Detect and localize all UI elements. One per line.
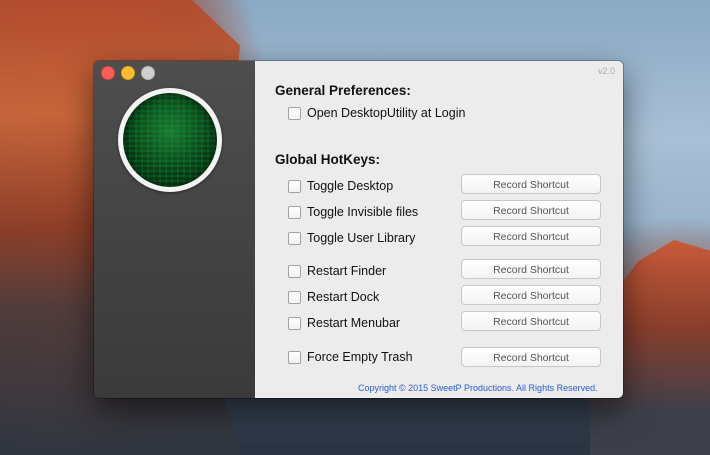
version-label: v2.0 xyxy=(597,66,615,76)
hotkey-row-toggle-desktop[interactable]: Toggle Desktop xyxy=(288,178,393,194)
minimize-window-button[interactable] xyxy=(121,66,135,80)
open-at-login-checkbox[interactable] xyxy=(288,106,301,120)
restart-dock-label: Restart Dock xyxy=(307,290,380,304)
global-hotkeys-heading: Global HotKeys: xyxy=(275,152,381,167)
restart-menubar-record-shortcut-button[interactable]: Record Shortcut xyxy=(461,311,601,331)
toggle-desktop-checkbox[interactable] xyxy=(288,179,301,193)
general-preferences-heading: General Preferences: xyxy=(275,83,411,98)
preferences-content: v2.0 General Preferences: Open DesktopUt… xyxy=(255,61,623,398)
toggle-desktop-label: Toggle Desktop xyxy=(307,179,394,193)
toggle-invisible-files-checkbox[interactable] xyxy=(288,205,301,219)
app-icon-screen xyxy=(123,93,217,187)
restart-menubar-label: Restart Menubar xyxy=(307,316,401,330)
hotkey-row-restart-finder[interactable]: Restart Finder xyxy=(288,263,386,279)
hotkey-row-force-empty-trash[interactable]: Force Empty Trash xyxy=(288,349,413,365)
restart-finder-label: Restart Finder xyxy=(307,264,387,278)
force-empty-trash-checkbox[interactable] xyxy=(288,350,301,364)
hotkey-row-toggle-invisible-files[interactable]: Toggle Invisible files xyxy=(288,204,418,220)
toggle-invisible-files-record-shortcut-button[interactable]: Record Shortcut xyxy=(461,200,601,220)
hotkey-row-restart-menubar[interactable]: Restart Menubar xyxy=(288,315,400,331)
app-icon xyxy=(118,88,222,192)
force-empty-trash-label: Force Empty Trash xyxy=(307,350,413,364)
restart-menubar-checkbox[interactable] xyxy=(288,316,301,330)
preferences-window: v2.0 General Preferences: Open DesktopUt… xyxy=(94,61,623,398)
restart-dock-checkbox[interactable] xyxy=(288,290,301,304)
sidebar xyxy=(94,61,255,398)
open-at-login-row[interactable]: Open DesktopUtility at Login xyxy=(288,105,465,121)
close-window-button[interactable] xyxy=(101,66,115,80)
toggle-user-library-label: Toggle User Library xyxy=(307,231,416,245)
open-at-login-label: Open DesktopUtility at Login xyxy=(307,106,466,120)
toggle-invisible-files-label: Toggle Invisible files xyxy=(307,205,419,219)
copyright-link[interactable]: Copyright © 2015 SweetP Productions. All… xyxy=(358,383,598,393)
toggle-user-library-record-shortcut-button[interactable]: Record Shortcut xyxy=(461,226,601,246)
zoom-window-button[interactable] xyxy=(141,66,155,80)
hotkey-row-restart-dock[interactable]: Restart Dock xyxy=(288,289,379,305)
toggle-desktop-record-shortcut-button[interactable]: Record Shortcut xyxy=(461,174,601,194)
toggle-user-library-checkbox[interactable] xyxy=(288,231,301,245)
restart-finder-record-shortcut-button[interactable]: Record Shortcut xyxy=(461,259,601,279)
restart-dock-record-shortcut-button[interactable]: Record Shortcut xyxy=(461,285,601,305)
hotkey-row-toggle-user-library[interactable]: Toggle User Library xyxy=(288,230,415,246)
force-empty-trash-record-shortcut-button[interactable]: Record Shortcut xyxy=(461,347,601,367)
restart-finder-checkbox[interactable] xyxy=(288,264,301,278)
